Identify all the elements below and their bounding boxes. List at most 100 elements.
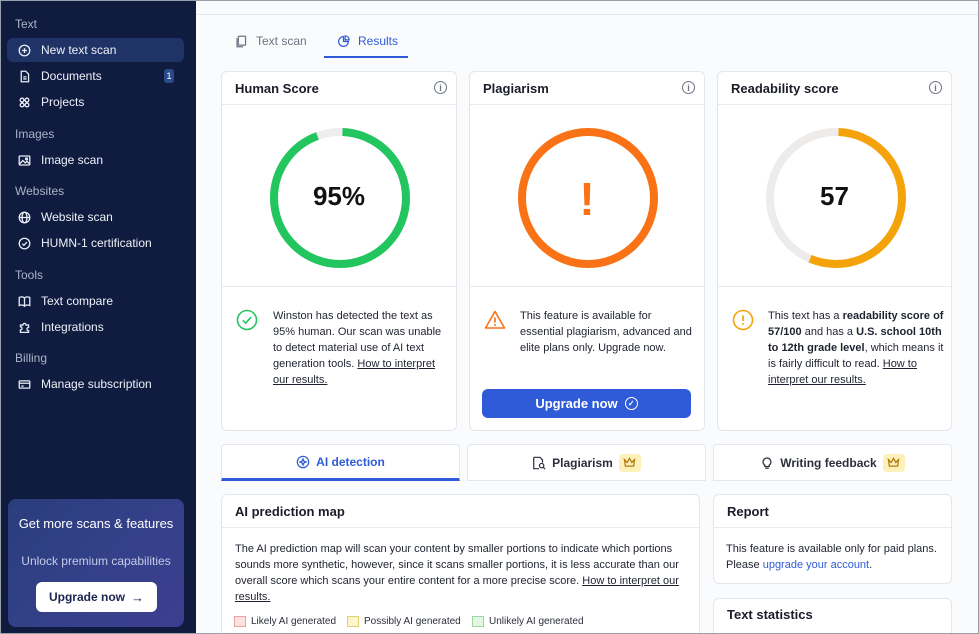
document-search-icon [532,456,546,470]
upgrade-promo-card: Get more scans & features Unlock premium… [8,499,184,627]
document-icon [17,69,31,83]
sidebar-item-humn-certification[interactable]: HUMN-1 certification [7,231,184,255]
active-tab-indicator [324,56,408,58]
info-icon[interactable]: i [434,81,447,94]
section-heading-images: Images [15,127,55,141]
card-header: Report [714,495,951,528]
section-heading-text: Text [15,17,38,31]
sidebar-item-label: Projects [41,95,85,109]
tab-label: Text scan [256,34,307,48]
plagiarism-upgrade-button[interactable]: Upgrade now ✓ [482,389,691,418]
legend-label: Possibly AI generated [364,616,461,627]
text-statistics-card: Text statistics [713,598,952,634]
human-score-description: Winston has detected the text as 95% hum… [273,308,449,388]
subtab-label: AI detection [316,454,385,469]
readability-desc-part: and has a [801,326,857,338]
info-icon[interactable]: i [929,81,942,94]
warning-triangle-icon [484,310,506,329]
crown-icon [882,453,905,472]
ai-sparkle-icon [296,455,310,469]
tab-results[interactable]: Results [337,24,398,58]
pie-chart-icon [337,34,350,48]
sidebar-item-website-scan[interactable]: Website scan [7,205,184,229]
card-divider [470,286,704,287]
alert-circle-icon [732,309,754,331]
lightbulb-icon [760,456,774,470]
plagiarism-warning-mark: ! [579,173,595,225]
grid-icon [17,95,31,109]
legend-swatch [472,616,484,627]
readability-desc-part: This text has a [768,310,843,322]
plagiarism-description: This feature is available for essential … [520,310,692,354]
sidebar-item-label: New text scan [41,43,117,57]
copy-document-icon [235,35,248,48]
globe-icon [17,210,31,224]
sidebar-item-documents[interactable]: Documents 1 [7,64,184,88]
subtab-plagiarism[interactable]: Plagiarism [467,444,706,481]
card-title: Human Score [235,81,319,96]
promo-subtitle: Unlock premium capabilities [21,554,171,568]
info-icon[interactable]: i [682,81,695,94]
subtab-ai-detection[interactable]: AI detection [221,444,460,481]
promo-upgrade-label: Upgrade now [48,590,125,604]
sidebar-item-label: Text compare [41,294,114,308]
card-title: Plagiarism [483,81,549,96]
legend-likely-ai: Likely AI generated [234,616,336,627]
sidebar: Text New text scan Documents 1 Projects … [1,1,196,633]
sidebar-item-manage-subscription[interactable]: Manage subscription [7,372,184,396]
legend-swatch [234,616,246,627]
legend-label: Likely AI generated [251,616,337,627]
upgrade-button-label: Upgrade now [535,396,618,411]
readability-score-value: 57 [820,181,849,211]
promo-title: Get more scans & features [18,516,174,531]
readability-card: Readability score i 57 This text has a r… [717,71,952,431]
sidebar-item-image-scan[interactable]: Image scan [7,148,184,172]
card-icon [17,377,31,391]
card-header: Human Score i [222,72,456,105]
check-badge-icon [17,236,31,250]
check-circle-icon [236,309,258,331]
documents-count-badge: 1 [164,69,174,83]
tab-label: Results [358,34,399,48]
crown-icon [618,453,641,472]
subtab-label: Plagiarism [552,455,613,470]
section-heading-websites: Websites [15,184,65,198]
prediction-map-description: The AI prediction map will scan your con… [235,541,680,605]
book-icon [17,294,31,308]
sidebar-item-integrations[interactable]: Integrations [7,315,184,339]
card-divider [222,286,456,287]
sidebar-item-new-text-scan[interactable]: New text scan [7,38,184,62]
legend-swatch [347,616,359,627]
promo-upgrade-button[interactable]: Upgrade now → [36,582,157,612]
plagiarism-card: Plagiarism i ! This feature is available… [469,71,705,431]
card-header: AI prediction map [222,495,699,528]
ai-prediction-map-card: AI prediction map The AI prediction map … [221,494,700,634]
sidebar-item-label: Documents [41,69,102,83]
top-bar [196,1,978,15]
report-card: Report This feature is available only fo… [713,494,952,584]
legend-possibly-ai: Possibly AI generated [347,616,461,627]
readability-description: This text has a readability score of 57/… [768,308,944,388]
card-title: Text statistics [727,607,813,622]
report-description: This feature is available only for paid … [726,541,941,573]
tab-text-scan[interactable]: Text scan [235,24,307,58]
section-heading-billing: Billing [15,351,48,365]
sidebar-item-label: HUMN-1 certification [41,236,152,250]
sidebar-item-label: Image scan [41,153,104,167]
card-title: Readability score [731,81,839,96]
sidebar-item-projects[interactable]: Projects [7,90,184,114]
card-header: Readability score i [718,72,951,105]
upgrade-account-link[interactable]: upgrade your account [763,559,869,571]
card-header: Plagiarism i [470,72,704,105]
sidebar-item-text-compare[interactable]: Text compare [7,289,184,313]
legend-label: Unlikely AI generated [489,616,584,627]
subtab-label: Writing feedback [780,455,877,470]
human-score-value: 95% [312,181,366,211]
sidebar-item-label: Manage subscription [41,377,152,391]
human-score-card: Human Score i 95% Winston has detected t… [221,71,457,431]
puzzle-icon [17,320,31,334]
section-heading-tools: Tools [15,268,44,282]
sidebar-item-label: Website scan [41,210,113,224]
sidebar-item-label: Integrations [41,320,104,334]
subtab-writing-feedback[interactable]: Writing feedback [713,444,952,481]
